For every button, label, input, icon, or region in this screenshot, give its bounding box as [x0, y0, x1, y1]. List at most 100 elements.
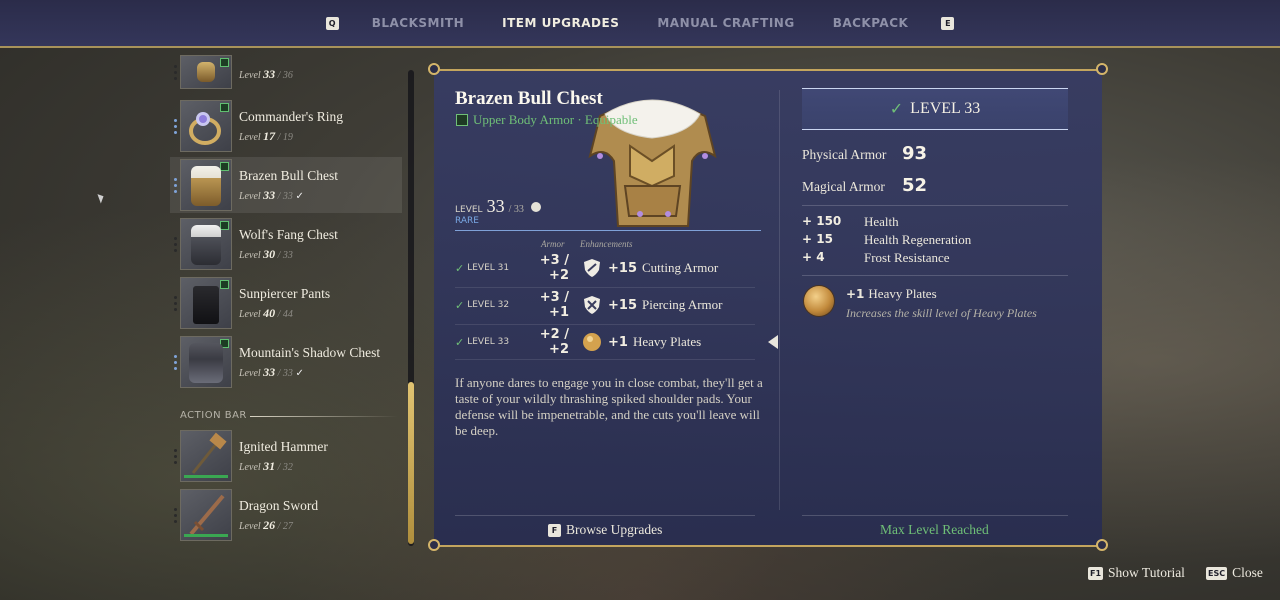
ring-thumb [180, 100, 232, 152]
browse-upgrades-button[interactable]: F Browse Upgrades [548, 522, 662, 538]
panel-border [434, 545, 1102, 547]
close-button[interactable]: ESC Close [1206, 565, 1263, 581]
list-dots [170, 177, 180, 193]
item-level: Level 33 / 33 ✓ [239, 364, 304, 379]
item-name: Brazen Bull Chest [239, 167, 338, 183]
divider [455, 515, 755, 516]
check-icon: ✓ [455, 298, 465, 312]
equipped-badge [220, 280, 229, 289]
prev-tab-key[interactable]: Q [325, 16, 339, 30]
item-level: Level 26 / 27 [239, 517, 293, 532]
physical-armor-stat: Physical Armor 93 [802, 143, 928, 164]
list-item-ignited-hammer[interactable]: Ignited Hammer Level 31 / 32 [170, 428, 402, 484]
item-name: Wolf's Fang Chest [239, 226, 338, 242]
check-icon: ✓ [455, 261, 465, 275]
top-nav: Q BLACKSMITH ITEM UPGRADES MANUAL CRAFTI… [0, 0, 1280, 48]
list-dots [170, 354, 180, 370]
panel-border [434, 69, 1102, 71]
list-dots [170, 236, 180, 252]
armor-column-header: Armor [541, 239, 565, 249]
tab-blacksmith[interactable]: BLACKSMITH [372, 16, 464, 30]
chest-thumb [180, 159, 232, 211]
divider [802, 275, 1068, 276]
upgrade-row: ✓ LEVEL 33 +2 / +2 +1 Heavy Plates [455, 327, 702, 357]
divider [455, 230, 761, 231]
equipped-badge [220, 162, 229, 171]
enhancements-column-header: Enhancements [580, 239, 633, 249]
show-tutorial-button[interactable]: F1 Show Tutorial [1088, 565, 1185, 581]
shield-slash-icon [584, 259, 600, 277]
sword-thumb [180, 489, 232, 541]
divider [802, 515, 1068, 516]
list-item-sunpiercer-pants[interactable]: Sunpiercer Pants Level 40 / 44 [170, 275, 402, 331]
bonus-row: + 150 Health [802, 214, 899, 229]
wolf-chest-thumb [180, 218, 232, 270]
list-item-wolfs-fang-chest[interactable]: Wolf's Fang Chest Level 30 / 33 [170, 216, 402, 272]
item-type: Upper Body Armor · Equipable [456, 112, 638, 128]
close-key: ESC [1206, 566, 1228, 580]
list-dots [170, 295, 180, 311]
tab-backpack[interactable]: BACKPACK [833, 16, 909, 30]
list-item-brazen-bull-chest[interactable]: Brazen Bull Chest Level 33 / 33 ✓ [170, 157, 402, 213]
item-level-display: LEVEL 33 / 33 [455, 196, 541, 217]
corner-ornament-icon [1096, 539, 1108, 551]
item-title: Brazen Bull Chest [455, 88, 603, 109]
gold-orb-icon [804, 286, 834, 316]
divider [455, 359, 755, 360]
shadow-chest-thumb [180, 336, 232, 388]
check-icon: ✓ [455, 335, 465, 349]
divider [802, 205, 1068, 206]
upgrade-row: ✓ LEVEL 31 +3 / +2 +15 Cutting Armor [455, 253, 719, 283]
list-dots [170, 118, 180, 134]
list-item-gauntlet[interactable]: Level 33 / 36 [170, 51, 402, 93]
list-dots [170, 448, 180, 464]
bonus-row: + 4 Frost Resistance [802, 250, 950, 265]
level-banner: ✓ LEVEL 33 [802, 88, 1068, 130]
item-level: Level 31 / 32 [239, 458, 293, 473]
list-item-commanders-ring[interactable]: Commander's Ring Level 17 / 19 [170, 98, 402, 154]
pants-icon [193, 286, 219, 324]
item-list: Level 33 / 36 Commander's Ring Level 17 … [170, 55, 408, 550]
list-dots [170, 64, 180, 80]
pants-thumb [180, 277, 232, 329]
list-item-mountains-shadow-chest[interactable]: Mountain's Shadow Chest Level 33 / 33 ✓ [170, 334, 402, 390]
perk-entry: +1 Heavy Plates Increases the skill level… [804, 286, 1037, 321]
corner-ornament-icon [1096, 63, 1108, 75]
gold-orb-icon [583, 333, 601, 351]
divider [250, 416, 398, 417]
tutorial-key: F1 [1088, 566, 1104, 580]
item-name: Commander's Ring [239, 108, 344, 124]
chest-armor-icon [191, 225, 221, 265]
pointer-arrow-icon [768, 335, 778, 349]
check-icon: ✓ [889, 101, 904, 118]
item-level: Level 30 / 33 [239, 246, 293, 261]
corner-ornament-icon [428, 63, 440, 75]
list-dots [170, 507, 180, 523]
corner-ornament-icon [428, 539, 440, 551]
item-level: Level 40 / 44 [239, 305, 293, 320]
panel-divider [779, 90, 780, 510]
shield-cross-icon [584, 296, 600, 314]
upgrade-row: ✓ LEVEL 32 +3 / +1 +15 Piercing Armor [455, 290, 723, 320]
equipped-badge [220, 221, 229, 230]
item-description: If anyone dares to engage you in close c… [455, 375, 763, 438]
ring-icon [189, 112, 221, 145]
max-check-icon [530, 202, 541, 212]
rarity-label: RARE [455, 216, 479, 226]
list-item-dragon-sword[interactable]: Dragon Sword Level 26 / 27 [170, 487, 402, 543]
equipped-badge [220, 58, 229, 67]
bonus-row: + 15 Health Regeneration [802, 232, 972, 247]
max-level-status: Max Level Reached [880, 522, 989, 537]
item-name: Dragon Sword [239, 497, 319, 513]
durability-bar [184, 534, 228, 537]
item-level: Level 33 / 33 ✓ [239, 187, 304, 202]
item-level: Level 17 / 19 [239, 128, 293, 143]
gauntlet-thumb [180, 55, 232, 89]
tab-item-upgrades[interactable]: ITEM UPGRADES [502, 16, 619, 30]
action-bar-label: ACTION BAR [180, 410, 247, 421]
tab-manual-crafting[interactable]: MANUAL CRAFTING [657, 16, 794, 30]
item-name: Ignited Hammer [239, 438, 328, 454]
gauntlet-icon [197, 62, 215, 82]
scrollbar-thumb[interactable] [408, 382, 414, 544]
next-tab-key[interactable]: E [941, 16, 955, 30]
